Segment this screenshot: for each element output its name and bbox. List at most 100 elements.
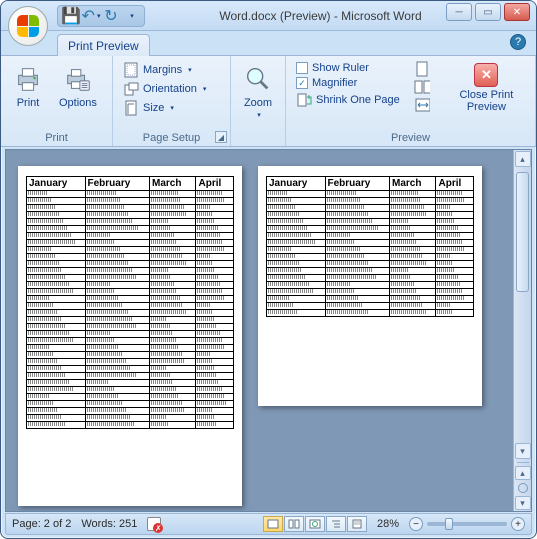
printer-icon [12, 63, 44, 95]
scroll-track[interactable] [514, 168, 531, 442]
printer-options-icon [62, 63, 94, 95]
scroll-down-button[interactable]: ▾ [515, 443, 531, 459]
table-row [27, 317, 234, 324]
save-button[interactable]: 💾 [62, 7, 80, 25]
margins-label: Margins [143, 64, 182, 76]
table-row [27, 373, 234, 380]
app-window: 💾 ↶▾ ↻ ▾ Word.docx (Preview) - Microsoft… [0, 0, 537, 539]
close-print-preview-button[interactable]: ✕ Close Print Preview [444, 59, 529, 113]
zoom-percent[interactable]: 28% [377, 518, 399, 530]
zoom-in-button[interactable]: + [511, 517, 525, 531]
table-row [267, 219, 474, 226]
titlebar: 💾 ↶▾ ↻ ▾ Word.docx (Preview) - Microsoft… [1, 1, 536, 31]
show-ruler-label: Show Ruler [312, 62, 369, 74]
checkbox-checked-icon: ✓ [296, 77, 308, 89]
vertical-scrollbar[interactable]: ▴ ▾ ▴ ▾ [513, 150, 531, 511]
table-row [27, 345, 234, 352]
page2-table: JanuaryFebruaryMarchApril [266, 176, 474, 317]
ribbon-tab-row: Print Preview ? [1, 31, 536, 55]
maximize-button[interactable]: ▭ [475, 3, 501, 21]
table-row [267, 198, 474, 205]
page-indicator[interactable]: Page: 2 of 2 [12, 518, 71, 530]
orientation-button[interactable]: Orientation▾ [119, 80, 210, 98]
table-row [267, 289, 474, 296]
table-header: April [436, 177, 474, 191]
show-ruler-toggle[interactable]: Show Ruler [292, 61, 404, 75]
magnifier-toggle[interactable]: ✓ Magnifier [292, 76, 404, 90]
full-screen-reading-view[interactable] [284, 516, 304, 532]
page-2: JanuaryFebruaryMarchApril [258, 166, 482, 406]
proofing-errors-icon[interactable] [147, 517, 161, 531]
table-row [267, 191, 474, 198]
zoom-out-button[interactable]: − [409, 517, 423, 531]
table-row [267, 205, 474, 212]
zoom-button[interactable]: Zoom ▾ [237, 59, 279, 119]
print-layout-view[interactable] [263, 516, 283, 532]
zoom-thumb[interactable] [445, 518, 453, 530]
table-row [27, 261, 234, 268]
scroll-up-button[interactable]: ▴ [515, 151, 531, 167]
outline-view[interactable] [326, 516, 346, 532]
document-area: JanuaryFebruaryMarchApril JanuaryFebruar… [5, 149, 532, 512]
table-header: February [85, 177, 150, 191]
table-row [27, 282, 234, 289]
zoom-slider: − + [409, 517, 525, 531]
shrink-page-icon [296, 92, 312, 108]
table-row [27, 415, 234, 422]
zoom-track[interactable] [427, 522, 507, 526]
qat-customize[interactable]: ▾ [122, 7, 140, 25]
table-row [267, 233, 474, 240]
table-row [27, 338, 234, 345]
size-label: Size [143, 102, 164, 114]
scroll-thumb[interactable] [516, 172, 529, 292]
office-button[interactable] [8, 6, 48, 46]
prev-page-button[interactable]: ▴ [515, 466, 531, 480]
page-1: JanuaryFebruaryMarchApril [18, 166, 242, 506]
two-pages-icon[interactable] [414, 79, 430, 95]
table-row [27, 387, 234, 394]
minimize-button[interactable]: ─ [446, 3, 472, 21]
table-row [27, 401, 234, 408]
table-row [267, 226, 474, 233]
draft-view[interactable] [347, 516, 367, 532]
web-layout-view[interactable] [305, 516, 325, 532]
close-window-button[interactable]: ✕ [504, 3, 530, 21]
margins-button[interactable]: Margins▾ [119, 61, 210, 79]
select-browse-object-button[interactable] [518, 483, 528, 493]
options-button[interactable]: Options [55, 59, 101, 109]
page-setup-launcher[interactable]: ◢ [215, 131, 227, 143]
view-buttons [263, 516, 367, 532]
one-page-icon[interactable] [414, 61, 430, 77]
table-header: January [27, 177, 86, 191]
print-button[interactable]: Print [7, 59, 49, 109]
table-row [27, 226, 234, 233]
word-count[interactable]: Words: 251 [81, 518, 137, 530]
next-page-button[interactable]: ▾ [515, 496, 531, 510]
quick-access-toolbar: 💾 ↶▾ ↻ ▾ [57, 5, 145, 27]
tab-print-preview[interactable]: Print Preview [57, 34, 150, 56]
page1-table: JanuaryFebruaryMarchApril [26, 176, 234, 429]
table-header: March [150, 177, 196, 191]
table-row [27, 394, 234, 401]
statusbar: Page: 2 of 2 Words: 251 28% − + [5, 513, 532, 535]
table-row [27, 352, 234, 359]
redo-button[interactable]: ↻ [102, 7, 120, 25]
size-icon [123, 100, 139, 116]
size-button[interactable]: Size▾ [119, 99, 210, 117]
table-row [27, 366, 234, 373]
page-width-icon[interactable] [414, 97, 430, 113]
undo-button[interactable]: ↶▾ [82, 7, 100, 25]
table-row [267, 282, 474, 289]
redo-icon: ↻ [103, 8, 119, 24]
table-row [267, 247, 474, 254]
table-header: January [267, 177, 326, 191]
document-viewport[interactable]: JanuaryFebruaryMarchApril JanuaryFebruar… [6, 150, 513, 511]
margins-icon [123, 62, 139, 78]
save-icon: 💾 [63, 8, 79, 24]
group-page-setup: Margins▾ Orientation▾ Size▾ Page Setup ◢ [113, 56, 231, 146]
table-row [27, 408, 234, 415]
shrink-one-page-button[interactable]: Shrink One Page [292, 91, 404, 109]
help-button[interactable]: ? [510, 34, 526, 50]
table-row [267, 254, 474, 261]
table-row [27, 247, 234, 254]
